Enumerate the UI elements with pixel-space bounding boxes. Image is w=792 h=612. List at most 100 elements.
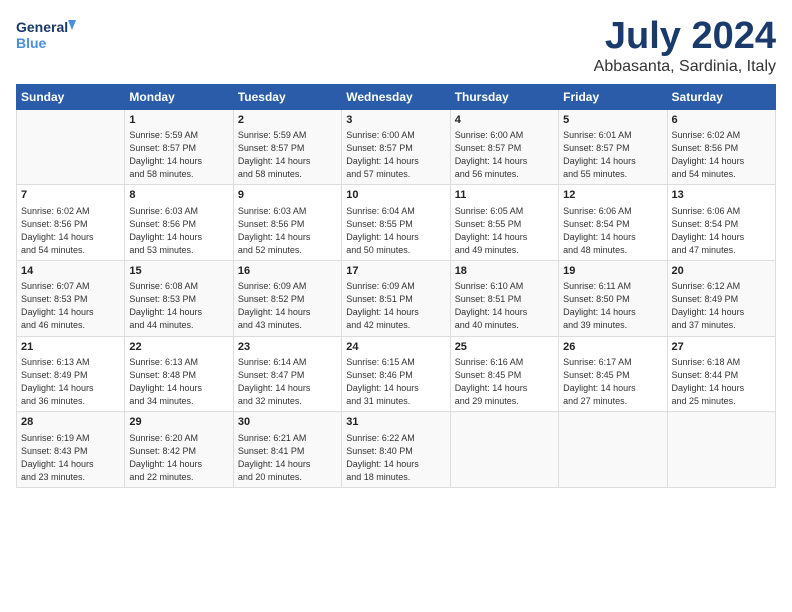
calendar-cell: 17Sunrise: 6:09 AM Sunset: 8:51 PM Dayli… xyxy=(342,260,450,336)
calendar-cell: 28 Sunrise: 6:19 AM Sunset: 8:43 PM Dayli… xyxy=(17,412,125,488)
day-number: 22 xyxy=(129,340,228,355)
day-number: 7 xyxy=(21,188,120,203)
day-number: 24 xyxy=(346,340,445,355)
day-number: 30 xyxy=(238,415,337,430)
day-number: 16 xyxy=(238,264,337,279)
calendar-cell: 15Sunrise: 6:08 AM Sunset: 8:53 PM Dayli… xyxy=(125,260,233,336)
day-number: 10 xyxy=(346,188,445,203)
day-info: Sunrise: 6:16 AM Sunset: 8:45 PM Dayligh… xyxy=(455,356,554,408)
day-info: Sunrise: 6:07 AM Sunset: 8:53 PM Dayligh… xyxy=(21,280,120,332)
day-info: Sunrise: 6:13 AM Sunset: 8:49 PM Dayligh… xyxy=(21,356,120,408)
day-info: Sunrise: 6:02 AM Sunset: 8:56 PM Dayligh… xyxy=(672,129,771,181)
day-info: Sunrise: 6:01 AM Sunset: 8:57 PM Dayligh… xyxy=(563,129,662,181)
calendar-cell: 4Sunrise: 6:00 AM Sunset: 8:57 PM Daylig… xyxy=(450,109,558,185)
day-info: Sunrise: 6:15 AM Sunset: 8:46 PM Dayligh… xyxy=(346,356,445,408)
calendar-cell: 5Sunrise: 6:01 AM Sunset: 8:57 PM Daylig… xyxy=(559,109,667,185)
calendar-cell: 12 Sunrise: 6:06 AM Sunset: 8:54 PM Dayli… xyxy=(559,185,667,261)
day-info: Sunrise: 6:11 AM Sunset: 8:50 PM Dayligh… xyxy=(563,280,662,332)
day-number: 21 xyxy=(21,340,120,355)
day-number: 20 xyxy=(672,264,771,279)
calendar-cell: 18Sunrise: 6:10 AM Sunset: 8:51 PM Dayli… xyxy=(450,260,558,336)
page-title: July 2024 xyxy=(594,16,776,58)
day-number: 14 xyxy=(21,264,120,279)
calendar-cell: 13 Sunrise: 6:06 AM Sunset: 8:54 PM Dayli… xyxy=(667,185,775,261)
calendar-week-5: 28 Sunrise: 6:19 AM Sunset: 8:43 PM Dayli… xyxy=(17,412,776,488)
header-thursday: Thursday xyxy=(450,84,558,109)
day-number: 9 xyxy=(238,188,337,203)
day-number: 11 xyxy=(455,188,554,203)
day-number: 1 xyxy=(129,113,228,128)
day-info: Sunrise: 6:06 AM Sunset: 8:54 PM Dayligh… xyxy=(563,205,662,257)
day-number: 18 xyxy=(455,264,554,279)
day-number: 5 xyxy=(563,113,662,128)
calendar-table: Sunday Monday Tuesday Wednesday Thursday… xyxy=(16,84,776,488)
day-info: Sunrise: 6:12 AM Sunset: 8:49 PM Dayligh… xyxy=(672,280,771,332)
day-info: Sunrise: 5:59 AM Sunset: 8:57 PM Dayligh… xyxy=(238,129,337,181)
calendar-cell: 27Sunrise: 6:18 AM Sunset: 8:44 PM Dayli… xyxy=(667,336,775,412)
day-info: Sunrise: 6:13 AM Sunset: 8:48 PM Dayligh… xyxy=(129,356,228,408)
day-info: Sunrise: 6:04 AM Sunset: 8:55 PM Dayligh… xyxy=(346,205,445,257)
calendar-cell: 29Sunrise: 6:20 AM Sunset: 8:42 PM Dayli… xyxy=(125,412,233,488)
calendar-cell: 24Sunrise: 6:15 AM Sunset: 8:46 PM Dayli… xyxy=(342,336,450,412)
calendar-cell: 8Sunrise: 6:03 AM Sunset: 8:56 PM Daylig… xyxy=(125,185,233,261)
header-friday: Friday xyxy=(559,84,667,109)
calendar-cell: 1Sunrise: 5:59 AM Sunset: 8:57 PM Daylig… xyxy=(125,109,233,185)
day-info: Sunrise: 6:00 AM Sunset: 8:57 PM Dayligh… xyxy=(346,129,445,181)
calendar-cell: 23Sunrise: 6:14 AM Sunset: 8:47 PM Dayli… xyxy=(233,336,341,412)
day-info: Sunrise: 6:05 AM Sunset: 8:55 PM Dayligh… xyxy=(455,205,554,257)
day-number: 17 xyxy=(346,264,445,279)
day-info: Sunrise: 6:19 AM Sunset: 8:43 PM Dayligh… xyxy=(21,432,120,484)
day-info: Sunrise: 6:18 AM Sunset: 8:44 PM Dayligh… xyxy=(672,356,771,408)
calendar-cell: 25Sunrise: 6:16 AM Sunset: 8:45 PM Dayli… xyxy=(450,336,558,412)
calendar-cell: 16Sunrise: 6:09 AM Sunset: 8:52 PM Dayli… xyxy=(233,260,341,336)
day-number: 6 xyxy=(672,113,771,128)
day-info: Sunrise: 6:14 AM Sunset: 8:47 PM Dayligh… xyxy=(238,356,337,408)
day-number: 3 xyxy=(346,113,445,128)
calendar-cell: 26Sunrise: 6:17 AM Sunset: 8:45 PM Dayli… xyxy=(559,336,667,412)
day-info: Sunrise: 6:09 AM Sunset: 8:52 PM Dayligh… xyxy=(238,280,337,332)
svg-text:Blue: Blue xyxy=(16,35,47,51)
calendar-cell: 14Sunrise: 6:07 AM Sunset: 8:53 PM Dayli… xyxy=(17,260,125,336)
header-sunday: Sunday xyxy=(17,84,125,109)
calendar-cell xyxy=(667,412,775,488)
day-info: Sunrise: 6:06 AM Sunset: 8:54 PM Dayligh… xyxy=(672,205,771,257)
day-number: 31 xyxy=(346,415,445,430)
page-subtitle: Abbasanta, Sardinia, Italy xyxy=(594,58,776,76)
day-number: 29 xyxy=(129,415,228,430)
calendar-cell: 31 Sunrise: 6:22 AM Sunset: 8:40 PM Dayli… xyxy=(342,412,450,488)
logo: General Blue xyxy=(16,16,86,58)
day-number: 13 xyxy=(672,188,771,203)
day-number: 26 xyxy=(563,340,662,355)
calendar-cell: 10 Sunrise: 6:04 AM Sunset: 8:55 PM Dayli… xyxy=(342,185,450,261)
day-number: 15 xyxy=(129,264,228,279)
day-number: 27 xyxy=(672,340,771,355)
calendar-cell: 3Sunrise: 6:00 AM Sunset: 8:57 PM Daylig… xyxy=(342,109,450,185)
day-number: 8 xyxy=(129,188,228,203)
header-wednesday: Wednesday xyxy=(342,84,450,109)
header-row: Sunday Monday Tuesday Wednesday Thursday… xyxy=(17,84,776,109)
day-info: Sunrise: 6:00 AM Sunset: 8:57 PM Dayligh… xyxy=(455,129,554,181)
calendar-cell: 2Sunrise: 5:59 AM Sunset: 8:57 PM Daylig… xyxy=(233,109,341,185)
day-number: 12 xyxy=(563,188,662,203)
header-monday: Monday xyxy=(125,84,233,109)
svg-text:General: General xyxy=(16,19,68,35)
day-info: Sunrise: 6:02 AM Sunset: 8:56 PM Dayligh… xyxy=(21,205,120,257)
header-saturday: Saturday xyxy=(667,84,775,109)
calendar-cell: 20Sunrise: 6:12 AM Sunset: 8:49 PM Dayli… xyxy=(667,260,775,336)
calendar-cell: 11 Sunrise: 6:05 AM Sunset: 8:55 PM Dayli… xyxy=(450,185,558,261)
calendar-cell: 21Sunrise: 6:13 AM Sunset: 8:49 PM Dayli… xyxy=(17,336,125,412)
calendar-week-3: 14Sunrise: 6:07 AM Sunset: 8:53 PM Dayli… xyxy=(17,260,776,336)
day-info: Sunrise: 6:22 AM Sunset: 8:40 PM Dayligh… xyxy=(346,432,445,484)
calendar-cell xyxy=(450,412,558,488)
day-info: Sunrise: 6:09 AM Sunset: 8:51 PM Dayligh… xyxy=(346,280,445,332)
day-number: 28 xyxy=(21,415,120,430)
day-info: Sunrise: 6:03 AM Sunset: 8:56 PM Dayligh… xyxy=(238,205,337,257)
calendar-cell xyxy=(17,109,125,185)
day-info: Sunrise: 6:10 AM Sunset: 8:51 PM Dayligh… xyxy=(455,280,554,332)
calendar-cell xyxy=(559,412,667,488)
day-number: 23 xyxy=(238,340,337,355)
day-info: Sunrise: 5:59 AM Sunset: 8:57 PM Dayligh… xyxy=(129,129,228,181)
header-tuesday: Tuesday xyxy=(233,84,341,109)
calendar-cell: 6Sunrise: 6:02 AM Sunset: 8:56 PM Daylig… xyxy=(667,109,775,185)
calendar-cell: 22Sunrise: 6:13 AM Sunset: 8:48 PM Dayli… xyxy=(125,336,233,412)
